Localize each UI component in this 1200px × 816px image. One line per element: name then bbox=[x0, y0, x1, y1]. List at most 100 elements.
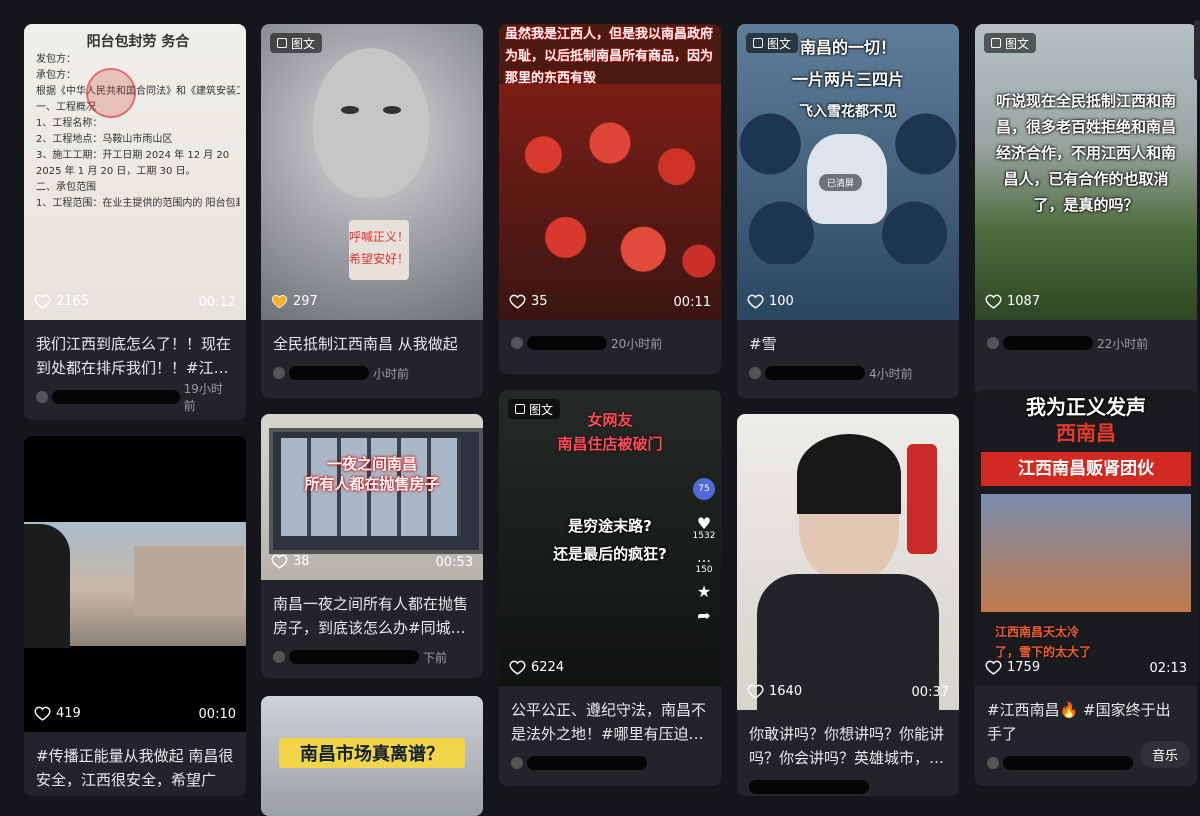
like-count: 1759 bbox=[985, 659, 1040, 676]
author-row[interactable] bbox=[749, 778, 947, 796]
redacted-username bbox=[289, 650, 419, 664]
video-thumbnail[interactable]: 图文 南昌的一切！ 一片两片三四片 飞入雪花都不见 已清屏 100 bbox=[737, 24, 959, 320]
heart-icon[interactable]: ♥ bbox=[691, 516, 717, 532]
face-illustration bbox=[313, 48, 429, 198]
music-button[interactable]: 音乐 bbox=[1139, 741, 1190, 768]
video-thumbnail[interactable]: 图文 听说现在全民抵制江西和南昌，很多老百姓拒绝和南昌经济合作，不用江西人和南昌… bbox=[975, 24, 1197, 320]
avatar bbox=[273, 367, 285, 379]
gallery-icon bbox=[991, 38, 1001, 48]
video-duration: 00:11 bbox=[673, 295, 711, 310]
post-time: 20小时前 bbox=[611, 336, 663, 351]
video-thumbnail[interactable]: 南昌市场真离谱？ bbox=[261, 696, 483, 816]
doc-heading: 阳台包封劳 务合 bbox=[86, 34, 190, 50]
like-count: 419 bbox=[34, 705, 81, 722]
avatar-badge[interactable]: 75 bbox=[693, 478, 715, 500]
video-duration: 00:10 bbox=[198, 707, 236, 722]
avatar bbox=[987, 757, 999, 769]
video-thumbnail[interactable]: 419 00:10 bbox=[24, 436, 246, 732]
video-thumbnail[interactable]: 虽然我是江西人，但是我以南昌政府为耻，以后抵制南昌所有商品，因为那里的东西有毁 … bbox=[499, 24, 721, 320]
avatar bbox=[749, 367, 761, 379]
like-count: 35 bbox=[509, 293, 548, 310]
avatar bbox=[987, 337, 999, 349]
like-count: 100 bbox=[747, 293, 794, 310]
post-time: 4小时前 bbox=[869, 366, 913, 381]
post-time: 小时前 bbox=[373, 366, 410, 381]
avatar bbox=[511, 757, 523, 769]
overlay-question: 是穷途末路? 还是最后的疯狂? bbox=[553, 517, 667, 563]
heart-icon bbox=[271, 295, 288, 309]
video-card[interactable]: 一夜之间南昌 所有人都在抛售房子 38 00:53 南昌一夜之间所有人都在抛售房子… bbox=[261, 414, 483, 678]
heart-icon bbox=[985, 294, 1002, 309]
video-thumbnail[interactable]: 1640 00:37 bbox=[737, 414, 959, 710]
video-card[interactable]: 图文 呼喊正义！ 希望安好！ 297 全民抵制江西南昌 从我做起 小时前 bbox=[261, 24, 483, 398]
overlay-text: 一夜之间南昌 所有人都在抛售房子 bbox=[304, 455, 440, 493]
video-thumbnail[interactable]: 图文 女网友 南昌住店被破门 是穷途末路? 还是最后的疯狂? 75 ♥ 1532 … 1… bbox=[499, 390, 721, 686]
redacted-username bbox=[527, 756, 647, 770]
video-title[interactable]: 你敢讲吗？你想讲吗？你能讲吗？你会讲吗？英雄城市，… bbox=[749, 722, 947, 770]
video-card[interactable]: 图文 南昌的一切！ 一片两片三四片 飞入雪花都不见 已清屏 100 #雪 4小时前 bbox=[737, 24, 959, 398]
video-thumbnail[interactable]: 图文 呼喊正义！ 希望安好！ 297 bbox=[261, 24, 483, 320]
share-icon[interactable]: ➦ bbox=[691, 608, 717, 624]
video-card[interactable]: 1640 00:37 你敢讲吗？你想讲吗？你能讲吗？你会讲吗？英雄城市，… bbox=[737, 414, 959, 796]
video-thumbnail[interactable]: 我为正义发声 西南昌 江西南昌贩肾团伙 江西南昌天太冷了，雪下的太大了 1759… bbox=[975, 390, 1197, 686]
scrollbar[interactable] bbox=[1194, 20, 1200, 80]
image-post-badge: 图文 bbox=[984, 33, 1037, 53]
author-row[interactable] bbox=[511, 754, 709, 772]
heart-icon bbox=[747, 294, 764, 309]
post-time: 下前 bbox=[423, 650, 448, 665]
avatar bbox=[273, 651, 285, 663]
overlay-caption: 江西南昌天太冷了，雪下的太大了 bbox=[995, 625, 1092, 659]
strawberries-image bbox=[499, 84, 721, 320]
video-card[interactable]: 图文 女网友 南昌住店被破门 是穷途末路? 还是最后的疯狂? 75 ♥ 1532 … 1… bbox=[499, 390, 721, 786]
video-thumbnail[interactable]: 阳台包封劳 务合 发包方： 承包方： 根据《中华人民共和国合同法》和《建筑安装工… bbox=[24, 24, 246, 320]
heart-icon bbox=[985, 660, 1002, 675]
star-icon[interactable]: ★ bbox=[691, 584, 717, 600]
redacted-username bbox=[51, 390, 180, 404]
overlay-text: 女网友 南昌住店被破门 bbox=[557, 411, 663, 453]
video-card[interactable]: 阳台包封劳 务合 发包方： 承包方： 根据《中华人民共和国合同法》和《建筑安装工… bbox=[24, 24, 246, 420]
redacted-username bbox=[765, 366, 865, 380]
comment-icon[interactable]: … bbox=[691, 551, 717, 565]
author-row[interactable]: 22小时前 bbox=[987, 334, 1185, 352]
side-actions: 75 ♥ 1532 … 150 ★ ➦ bbox=[691, 478, 717, 624]
redacted-username bbox=[749, 780, 869, 794]
like-count: 1640 bbox=[747, 683, 802, 700]
like-count: 2165 bbox=[34, 293, 89, 310]
sign-card: 呼喊正义！ 希望安好！ bbox=[349, 220, 409, 280]
heart-icon bbox=[509, 294, 526, 309]
overlay-subheading: 西南昌 bbox=[1056, 421, 1116, 445]
video-duration: 02:13 bbox=[1149, 661, 1187, 676]
like-count: 297 bbox=[271, 293, 318, 310]
video-title[interactable]: 我们江西到底怎么了！！现在到处都在排斥我们！！#江… bbox=[36, 332, 234, 380]
video-thumbnail[interactable]: 一夜之间南昌 所有人都在抛售房子 38 00:53 bbox=[261, 414, 483, 580]
heart-icon bbox=[34, 294, 51, 309]
image-post-badge: 图文 bbox=[270, 33, 323, 53]
author-row[interactable]: 下前 bbox=[273, 648, 471, 666]
redacted-username bbox=[1003, 336, 1093, 350]
video-title[interactable]: 全民抵制江西南昌 从我做起 bbox=[273, 332, 471, 356]
video-title[interactable]: #江西南昌🔥 #国家终于出手了 bbox=[987, 698, 1185, 746]
heart-icon bbox=[747, 684, 764, 699]
author-row[interactable]: 20小时前 bbox=[511, 334, 709, 352]
video-duration: 00:12 bbox=[198, 295, 236, 310]
video-card[interactable]: 图文 听说现在全民抵制江西和南昌，很多老百姓拒绝和南昌经济合作，不用江西人和南昌… bbox=[975, 24, 1197, 398]
cleared-label: 已清屏 bbox=[819, 174, 863, 191]
like-count: 1087 bbox=[985, 293, 1040, 310]
overlay-text: 南昌市场真离谱？ bbox=[279, 738, 465, 768]
video-title[interactable]: 南昌一夜之间所有人都在抛售房子，到底该怎么办#同城… bbox=[273, 592, 471, 640]
video-title[interactable]: #雪 bbox=[749, 332, 947, 356]
overlay-text: 南昌的一切！ 一片两片三四片 飞入雪花都不见 bbox=[791, 38, 904, 120]
video-card[interactable]: 虽然我是江西人，但是我以南昌政府为耻，以后抵制南昌所有商品，因为那里的东西有毁 … bbox=[499, 24, 721, 374]
author-row[interactable]: 小时前 bbox=[273, 364, 471, 382]
overlay-text: 听说现在全民抵制江西和南昌，很多老百姓拒绝和南昌经济合作，不用江西人和南昌人，已… bbox=[995, 92, 1176, 214]
video-duration: 00:53 bbox=[435, 555, 473, 570]
video-card[interactable]: 我为正义发声 西南昌 江西南昌贩肾团伙 江西南昌天太冷了，雪下的太大了 1759… bbox=[975, 390, 1197, 786]
video-card[interactable]: 南昌市场真离谱？ bbox=[261, 696, 483, 816]
news-banner: 江西南昌贩肾团伙 bbox=[981, 452, 1191, 486]
author-row[interactable]: 19小时前 bbox=[36, 382, 234, 413]
video-card[interactable]: 419 00:10 #传播正能量从我做起 南昌很安全，江西很安全，希望广 bbox=[24, 436, 246, 796]
video-title[interactable]: #传播正能量从我做起 南昌很安全，江西很安全，希望广 bbox=[36, 744, 234, 792]
author-row[interactable]: 4小时前 bbox=[749, 364, 947, 382]
video-title[interactable]: 公平公正、遵纪守法，南昌不是法外之地！#哪里有压迫… bbox=[511, 698, 709, 746]
heart-icon bbox=[34, 706, 51, 721]
